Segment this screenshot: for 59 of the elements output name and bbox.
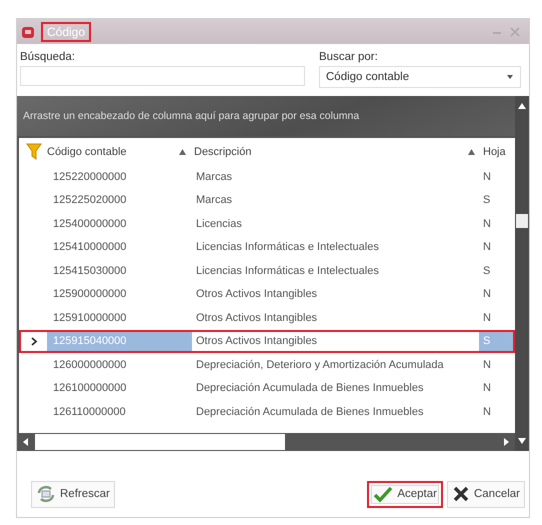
table-cell-text: N [482,216,492,232]
group-panel-hint: Arrastre un encabezado de columna aquí para agrupar por esa columna [23,110,360,122]
table-cell-text: 125225020000 [52,193,128,208]
search-label: Búsqueda: [20,51,76,63]
table-cell-text: 125400000000 [52,216,128,232]
table-cell-text: S [482,264,492,279]
table-cell-text: Marcas [195,170,234,185]
scrollbar-thumb[interactable] [516,214,528,228]
table-cell: 125915040000 [47,332,192,351]
scroll-down-icon[interactable] [517,436,527,445]
checkmark-icon [373,485,394,503]
table-cell-text: Otros Activos Intangibles [195,334,318,350]
scroll-left-icon[interactable] [21,437,31,447]
table-cell-text: 125410000000 [52,240,128,256]
table-cell-text: Licencias Informáticas e Intelectuales [195,240,380,256]
table-cell-text: N [482,404,492,420]
refresh-icon [36,485,56,503]
table-cell-text: Licencias Informáticas e Intelectuales [195,264,380,279]
search-by-label: Buscar por: [319,51,379,63]
search-field[interactable] [20,66,305,86]
filter-icon[interactable] [26,142,42,160]
table-cell-text: 125220000000 [52,170,128,185]
scroll-right-icon[interactable] [501,437,511,447]
table-cell-text: Depreciación, Deterioro y Amortización Acumulada [195,358,445,373]
window-title: Código [41,22,92,42]
current-row-icon [30,336,38,346]
table-cell-text: Licencias [195,216,243,232]
table-cell-text: 125415030000 [52,264,128,279]
table-cell-text: 126100000000 [52,381,128,396]
vertical-scrollbar[interactable] [515,96,529,451]
table-cell-text: Depreciación Acumulada de Bienes Inmuebles [195,404,424,420]
search-by-dropdown[interactable]: Código contable [319,66,521,88]
table-cell-text: 126110000000 [52,404,127,420]
cancel-button[interactable]: Cancelar [446,480,525,508]
table-cell-text: N [482,170,492,185]
column-header[interactable]: Código contable [47,146,194,158]
table-cell-text: 126000000000 [52,358,128,373]
table-cell: S [479,332,513,351]
table-cell-text: 125910000000 [52,310,128,326]
refresh-button[interactable]: Refrescar [31,480,115,508]
scroll-up-icon[interactable] [517,102,527,110]
table-cell-text: N [482,240,492,256]
cross-icon [452,485,470,503]
table-cell-text: S [482,193,492,208]
accept-button[interactable]: Aceptar [367,480,443,508]
table-cell-text: N [482,287,492,302]
scrollbar-thumb[interactable] [35,434,285,450]
table-cell-text: Marcas [195,193,234,208]
table-cell-text: N [482,310,492,326]
table-cell-text: Depreciación Acumulada de Bienes Inmuebles [195,381,424,396]
column-header[interactable]: Descripción [194,146,483,158]
column-header[interactable]: Hoja [483,146,513,158]
table-cell-text: Otros Activos Intangibles [195,310,318,326]
table-cell-text: 125900000000 [52,287,128,302]
table-cell-text: N [482,358,492,373]
dropdown-arrow-icon [506,74,514,80]
table-cell-text: Otros Activos Intangibles [195,287,318,302]
app-icon [21,24,35,38]
table-cell-text: N [482,381,492,396]
